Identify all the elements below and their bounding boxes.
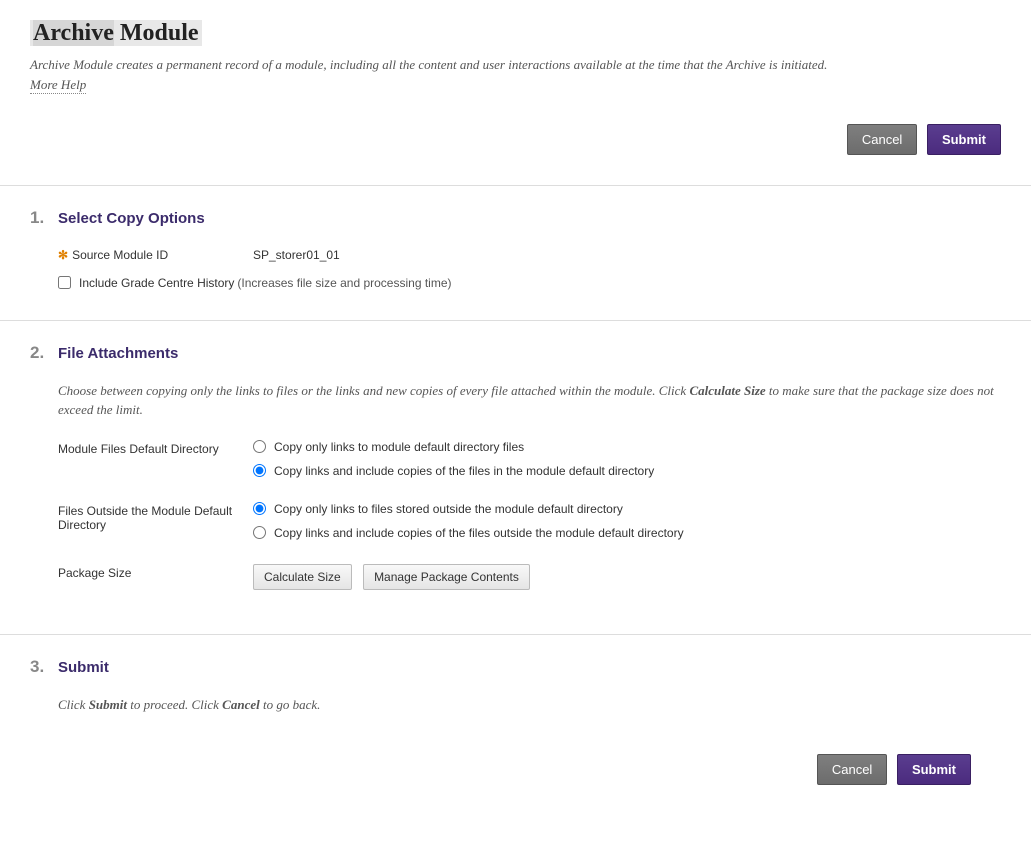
outside-dir-include-copies-radio[interactable] [253,526,266,539]
section-title: Select Copy Options [58,210,205,227]
bottom-button-bar: Cancel Submit [30,734,1001,815]
source-module-label: ✻Source Module ID [58,246,253,262]
more-help-link[interactable]: More Help [30,77,86,94]
section-copy-options: 1. Select Copy Options ✻Source Module ID… [0,185,1031,320]
section-number: 3. [30,657,58,677]
page-description: Archive Module creates a permanent recor… [30,55,1001,75]
outside-dir-row: Files Outside the Module Default Directo… [58,502,1001,550]
file-attachments-desc: Choose between copying only the links to… [58,381,1001,420]
required-icon: ✻ [58,248,68,262]
section-number: 2. [30,343,58,363]
section-header: 3. Submit [30,657,1001,677]
include-history-label: Include Grade Centre History [79,276,234,290]
source-module-row: ✻Source Module ID SP_storer01_01 [58,246,1001,262]
section-title: Submit [58,659,109,676]
section-number: 1. [30,208,58,228]
manage-package-button[interactable]: Manage Package Contents [363,564,530,590]
section-submit: 3. Submit Click Submit to proceed. Click… [0,634,1031,845]
default-dir-opt1-row: Copy only links to module default direct… [253,440,1001,454]
include-history-checkbox[interactable] [58,276,71,289]
default-dir-label: Module Files Default Directory [58,440,253,488]
section-title: File Attachments [58,345,178,362]
default-dir-links-only-radio[interactable] [253,440,266,453]
package-size-label: Package Size [58,564,253,590]
source-module-value: SP_storer01_01 [253,246,340,262]
section-file-attachments: 2. File Attachments Choose between copyi… [0,320,1031,634]
page-title: Archive Module [30,20,202,46]
calculate-size-button[interactable]: Calculate Size [253,564,352,590]
top-button-bar: Cancel Submit [0,124,1031,185]
default-dir-opt1-label: Copy only links to module default direct… [274,440,524,454]
include-history-row: Include Grade Centre History (Increases … [58,276,1001,290]
default-dir-opt2-row: Copy links and include copies of the fil… [253,464,1001,478]
cancel-button[interactable]: Cancel [817,754,887,785]
outside-dir-label: Files Outside the Module Default Directo… [58,502,253,550]
outside-dir-opt2-label: Copy links and include copies of the fil… [274,526,684,540]
submit-desc: Click Submit to proceed. Click Cancel to… [58,695,1001,715]
outside-dir-opt1-row: Copy only links to files stored outside … [253,502,1001,516]
default-dir-include-copies-radio[interactable] [253,464,266,477]
default-dir-row: Module Files Default Directory Copy only… [58,440,1001,488]
default-dir-opt2-label: Copy links and include copies of the fil… [274,464,654,478]
section-header: 1. Select Copy Options [30,208,1001,228]
outside-dir-opt1-label: Copy only links to files stored outside … [274,502,623,516]
outside-dir-links-only-radio[interactable] [253,502,266,515]
page-header: Archive Module Archive Module creates a … [0,0,1031,124]
cancel-button[interactable]: Cancel [847,124,917,155]
include-history-hint: (Increases file size and processing time… [237,276,451,290]
section-header: 2. File Attachments [30,343,1001,363]
package-size-row: Package Size Calculate Size Manage Packa… [58,564,1001,590]
submit-button[interactable]: Submit [927,124,1001,155]
submit-button[interactable]: Submit [897,754,971,785]
outside-dir-opt2-row: Copy links and include copies of the fil… [253,526,1001,540]
